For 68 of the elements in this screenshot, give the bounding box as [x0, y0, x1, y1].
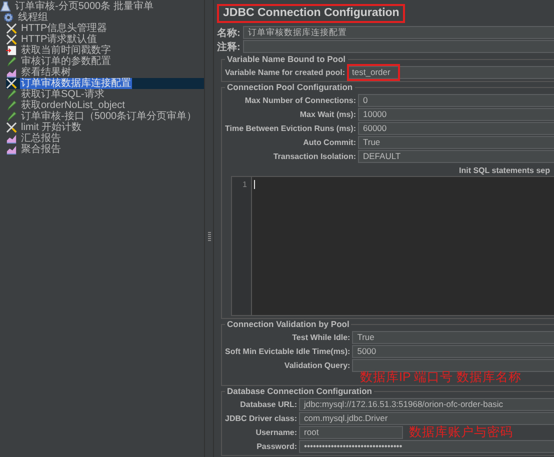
- sql-editor[interactable]: 1: [231, 176, 554, 316]
- section-title: Connection Pool Configuration: [225, 82, 355, 92]
- tree-item[interactable]: 获取订单SQL-请求: [6, 89, 106, 100]
- tree-item[interactable]: HTTP请求默认值: [6, 34, 98, 45]
- tree-item[interactable]: 订单审核数据库连接配置: [6, 78, 206, 89]
- chart-icon: [6, 133, 17, 144]
- chart-icon: [6, 144, 17, 155]
- field-label: Database URL:: [239, 400, 298, 409]
- tree-item[interactable]: 线程组: [3, 12, 49, 23]
- tree-item[interactable]: 聚合报告: [6, 144, 62, 155]
- scissors-icon: [6, 78, 17, 89]
- tree-item[interactable]: 获取当前时间戳数字: [6, 45, 112, 56]
- field-label: Variable Name for created pool:: [225, 68, 346, 77]
- editor-label: Init SQL statements sep: [459, 166, 550, 175]
- comment-field[interactable]: [243, 40, 554, 53]
- field-label: Username:: [254, 428, 298, 437]
- comment-label: 注释:: [217, 40, 242, 54]
- field-label: Soft Min Evictable Idle Time(ms):: [225, 347, 352, 356]
- text-field[interactable]: test_order: [347, 66, 554, 79]
- field-label: Auto Commit:: [302, 138, 357, 147]
- field-label: Max Wait (ms):: [298, 110, 357, 119]
- text-field[interactable]: True: [358, 136, 554, 149]
- tree-item[interactable]: 审核订单的参数配置: [6, 56, 112, 67]
- pen-icon: [6, 111, 17, 122]
- line-number: 1: [232, 177, 252, 315]
- flask-icon: [0, 1, 11, 12]
- tree-item[interactable]: 获取orderNoList_object: [6, 100, 126, 111]
- annotation-text: 数据库IP 端口号 数据库名称: [360, 371, 522, 384]
- section-title: Database Connection Configuration: [225, 386, 374, 396]
- field-label: Transaction Isolation:: [272, 152, 357, 161]
- text-field[interactable]: jdbc:mysql://172.16.51.3:51968/orion-ofc-order-basic: [299, 398, 554, 411]
- section-title: Connection Validation by Pool: [225, 319, 352, 329]
- pen-icon: [6, 100, 17, 111]
- pen-icon: [6, 56, 17, 67]
- panel-title: JDBC Connection Configuration: [217, 4, 406, 23]
- field-label: Time Between Eviction Runs (ms):: [225, 124, 357, 133]
- scissors-icon: [6, 23, 17, 34]
- text-field[interactable]: root: [299, 426, 404, 439]
- scissors-icon: [6, 122, 17, 133]
- page-icon: [6, 45, 17, 56]
- text-field[interactable]: 60000: [358, 122, 554, 135]
- tree-item[interactable]: 订单审核-分页5000条 批量审单: [0, 1, 154, 12]
- field-label: Test While Idle:: [291, 333, 352, 342]
- gear-icon: [3, 12, 14, 23]
- text-field[interactable]: True: [352, 331, 554, 344]
- field-label: JDBC Driver class:: [225, 414, 298, 423]
- text-field[interactable]: 5000: [352, 345, 554, 358]
- text-field[interactable]: 0: [358, 94, 554, 107]
- text-field[interactable]: •••••••••••••••••••••••••••••••••: [299, 440, 554, 453]
- chart-icon: [6, 67, 17, 78]
- tree-item[interactable]: limit 开始计数: [6, 122, 83, 133]
- tree-item[interactable]: 察看结果树: [6, 67, 72, 78]
- tree-item[interactable]: 汇总报告: [6, 133, 62, 144]
- splitter-handle[interactable]: [208, 232, 210, 241]
- text-field[interactable]: [352, 359, 554, 372]
- tree-item[interactable]: HTTP信息头管理器: [6, 23, 108, 34]
- scissors-icon: [6, 34, 17, 45]
- name-field[interactable]: 订单审核数据库连接配置: [243, 26, 554, 39]
- field-label: Password:: [256, 442, 298, 451]
- field-label: Validation Query:: [283, 361, 352, 370]
- field-label: Max Number of Connections:: [244, 96, 357, 105]
- section-title: Variable Name Bound to Pool: [225, 54, 348, 64]
- name-label: 名称:: [217, 26, 242, 40]
- annotation-text: 数据库账户与密码: [409, 426, 514, 439]
- tree-item[interactable]: 订单审核-接口（5000条订单分页审单）: [6, 111, 198, 122]
- text-field[interactable]: 10000: [358, 108, 554, 121]
- text-field[interactable]: DEFAULT: [358, 150, 554, 163]
- text-field[interactable]: com.mysql.jdbc.Driver: [299, 412, 554, 425]
